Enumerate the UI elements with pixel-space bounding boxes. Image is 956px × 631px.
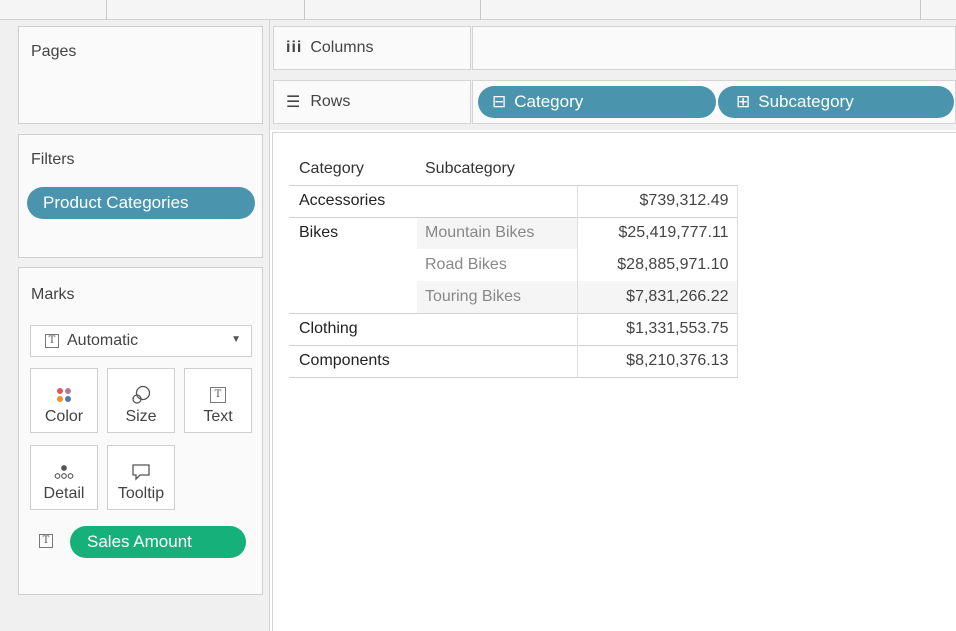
category-pill[interactable]: ⊟ Category	[478, 86, 716, 118]
filter-pill-product-categories[interactable]: Product Categories	[27, 187, 255, 219]
filters-title: Filters	[31, 151, 75, 168]
marks-card: Marks T Automatic ▼ Color Size T Text De…	[18, 267, 263, 595]
table-row[interactable]: Road Bikes $28,885,971.10	[289, 249, 738, 281]
table-row[interactable]: Accessories $739,312.49	[289, 184, 738, 217]
text-mark-icon: T	[45, 334, 59, 348]
top-toolbar-strip	[0, 0, 956, 20]
value-cell: $1,331,553.75	[576, 312, 738, 345]
category-cell: Components	[289, 344, 417, 378]
toolbar-divider	[480, 0, 481, 20]
collapse-icon[interactable]: ⊟	[492, 92, 506, 112]
subcategory-pill[interactable]: ⊞ Subcategory	[718, 86, 954, 118]
category-cell	[289, 281, 417, 313]
sales-amount-pill[interactable]: Sales Amount	[70, 526, 246, 558]
subcategory-cell: Mountain Bikes	[417, 216, 577, 249]
chevron-down-icon: ▼	[231, 334, 241, 345]
subcategory-cell	[417, 344, 577, 378]
mark-type-dropdown[interactable]: T Automatic ▼	[30, 325, 252, 357]
table-row[interactable]: Touring Bikes $7,831,266.22	[289, 281, 738, 313]
marks-title: Marks	[31, 286, 75, 303]
value-cell: $8,210,376.13	[576, 344, 738, 378]
table-row[interactable]: Clothing $1,331,553.75	[289, 312, 738, 345]
sales-amount-label: Sales Amount	[87, 532, 192, 551]
value-cell: $7,831,266.22	[576, 281, 738, 313]
color-button[interactable]: Color	[30, 368, 98, 433]
mark-type-value: Automatic	[67, 332, 139, 349]
subcategory-cell: Road Bikes	[425, 256, 507, 273]
subcategory-pill-label: Subcategory	[758, 92, 854, 111]
text-icon: T	[210, 387, 226, 403]
subcategory-cell: Touring Bikes	[417, 281, 577, 313]
size-button[interactable]: Size	[107, 368, 175, 433]
category-cell: Accessories	[289, 184, 417, 217]
view-area: Category Subcategory Accessories $739,31…	[272, 132, 956, 631]
expand-icon[interactable]: ⊞	[736, 92, 750, 112]
tooltip-button-label: Tooltip	[117, 485, 165, 502]
table-header-row: Category Subcategory	[289, 153, 737, 185]
category-cell: Bikes	[289, 216, 417, 249]
detail-icon	[53, 459, 75, 485]
detail-button[interactable]: Detail	[30, 445, 98, 510]
value-cell: $739,312.49	[576, 184, 738, 217]
category-cell: Clothing	[289, 312, 417, 345]
crosstab-table: Category Subcategory Accessories $739,31…	[289, 153, 738, 378]
category-pill-label: Category	[514, 92, 584, 111]
toolbar-divider	[106, 0, 107, 20]
category-cell	[289, 249, 417, 281]
color-palette-icon	[54, 382, 74, 408]
toolbar-divider	[920, 0, 921, 20]
rows-shelf-label: ☰ Rows	[273, 80, 471, 124]
tooltip-icon	[131, 459, 151, 485]
toolbar-divider	[304, 0, 305, 20]
header-subcategory: Subcategory	[425, 159, 515, 177]
subcategory-cell	[417, 312, 577, 345]
columns-shelf-label: iii Columns	[273, 26, 471, 70]
text-encoding-icon: T	[39, 534, 53, 548]
header-value	[577, 153, 737, 185]
table-row[interactable]: Components $8,210,376.13	[289, 344, 738, 378]
columns-icon: iii	[286, 39, 303, 56]
subcategory-cell	[417, 184, 577, 217]
tooltip-button[interactable]: Tooltip	[107, 445, 175, 510]
rows-label: Rows	[310, 93, 351, 110]
rows-shelf-dropzone[interactable]: ⊟ Category ⊞ Subcategory	[472, 80, 956, 124]
table-row[interactable]: Bikes Mountain Bikes $25,419,777.11	[289, 216, 738, 249]
filter-pill-label: Product Categories	[43, 193, 189, 212]
detail-button-label: Detail	[43, 485, 85, 502]
value-cell: $28,885,971.10	[576, 249, 738, 281]
pages-card[interactable]: Pages	[18, 26, 263, 124]
value-cell: $25,419,777.11	[576, 216, 738, 249]
columns-shelf-dropzone[interactable]	[472, 26, 956, 70]
columns-label: Columns	[310, 39, 374, 56]
list-icon: ☰	[286, 94, 301, 111]
pages-title: Pages	[31, 43, 77, 60]
filters-card[interactable]: Filters Product Categories	[18, 134, 263, 258]
text-button-label: Text	[203, 408, 233, 425]
text-button[interactable]: T Text	[184, 368, 252, 433]
header-category: Category	[299, 159, 364, 177]
color-button-label: Color	[44, 408, 84, 425]
size-button-label: Size	[125, 408, 157, 425]
size-icon	[130, 382, 152, 408]
